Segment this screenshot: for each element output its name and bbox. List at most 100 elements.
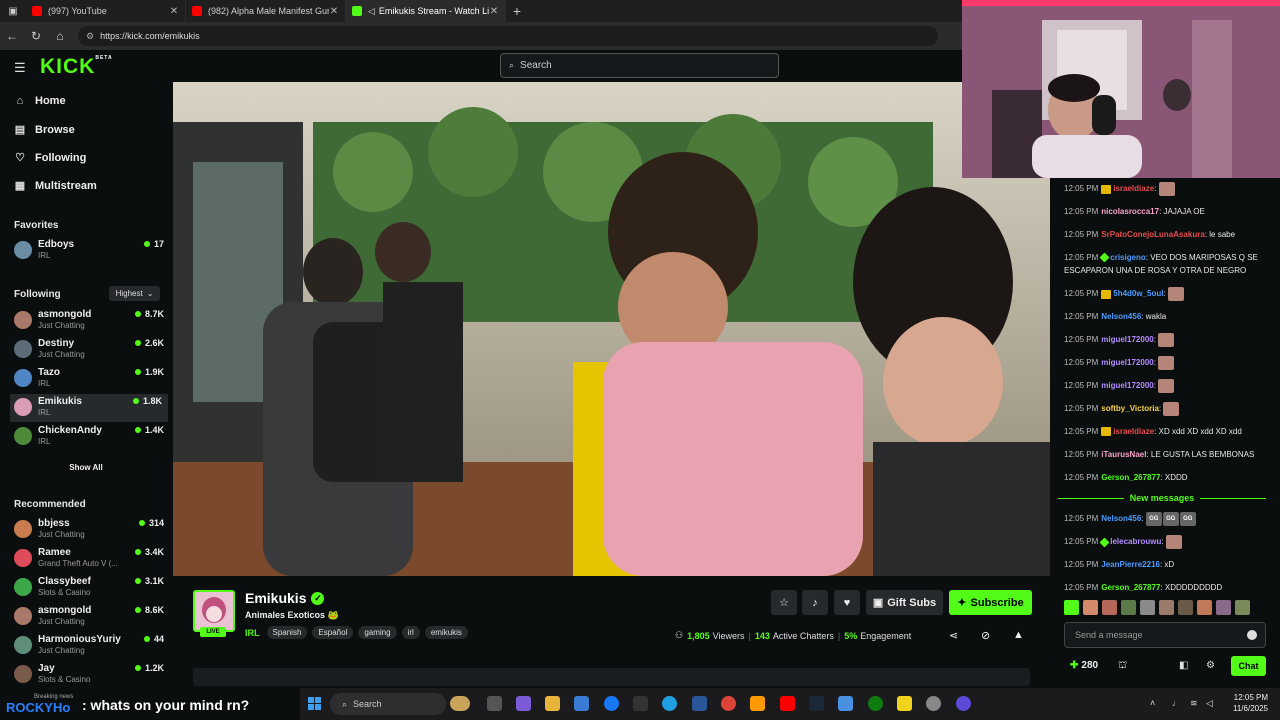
wifi-icon[interactable]: ≋ [1190,698,1198,709]
recommended-channel[interactable]: Ramee Grand Theft Auto V (... 3.4K [14,545,164,573]
channel-points[interactable]: ✚ 280 [1070,660,1098,671]
chat-username[interactable]: 5h4d0w_5oul [1113,289,1163,298]
kick-logo[interactable]: KICKBETA [40,55,113,79]
site-info-icon[interactable]: ⚙ [86,31,94,42]
chat-username[interactable]: Nelson456 [1101,514,1141,523]
close-icon[interactable]: ✕ [329,6,339,17]
new-tab-button[interactable]: + [506,3,528,19]
steam-icon[interactable] [809,696,824,711]
reload-icon[interactable]: ↻ [24,29,48,43]
nav-browse[interactable]: ▤ Browse [14,123,75,137]
recommended-channel[interactable]: asmongold Just Chatting 8.6K [14,603,164,631]
gear-icon[interactable]: ⚙ [1206,660,1215,671]
highlight-icon[interactable]: ◧ [1179,660,1188,671]
chevron-up-icon[interactable]: ˄ [1150,698,1155,708]
new-messages-divider[interactable]: New messages [1058,492,1267,504]
gift-icon[interactable]: ⛫ [1118,660,1127,673]
tag[interactable]: gaming [358,626,397,639]
chrome-icon[interactable] [721,696,736,711]
calculator-icon[interactable] [692,696,707,711]
chat-username[interactable]: softby_Victoria [1101,404,1159,413]
youtube-icon[interactable] [780,696,795,711]
following-channel[interactable]: Destiny Just Chatting 2.6K [14,336,164,364]
hamburger-icon[interactable]: ☰ [14,60,26,76]
back-icon[interactable]: ← [0,29,24,43]
nav-following[interactable]: ♡ Following [14,151,86,165]
speaker-icon[interactable]: ◁ [368,6,375,17]
streamer-avatar[interactable] [193,590,235,632]
widget-icon[interactable] [450,696,470,711]
recorder-icon[interactable] [926,696,941,711]
chat-send-button[interactable]: Chat [1231,656,1266,676]
chat-username[interactable]: nicolasrocca17 [1101,207,1159,216]
windows-start-icon[interactable] [308,697,322,711]
chat-username[interactable]: israeldiaze [1113,184,1154,193]
chat-username[interactable]: SrPatoConejoLunaAsakura [1101,230,1205,239]
obs-icon[interactable] [956,696,971,711]
chat-username[interactable]: miguel172000 [1101,358,1153,367]
following-channel[interactable]: Tazo IRL 1.9K [14,365,164,393]
close-icon[interactable]: ✕ [169,6,179,17]
nav-multistream[interactable]: ▦ Multistream [14,179,97,193]
task-view-icon[interactable] [487,696,502,711]
following-channel[interactable]: ChickenAndy IRL 1.4K [14,423,164,451]
nav-home[interactable]: ⌂ Home [14,95,66,107]
chat-username[interactable]: crisigeno [1110,253,1146,262]
home-icon[interactable]: ⌂ [48,29,72,43]
tab-alpha-male[interactable]: (982) Alpha Male Manifest Guru F ✕ [186,0,346,22]
vlc-icon[interactable] [750,696,765,711]
emoji-icon[interactable] [1247,630,1257,640]
chat-username[interactable]: miguel172000 [1101,381,1153,390]
chat-input[interactable]: Send a message [1064,622,1266,648]
star-icon[interactable]: ☆ [771,590,797,615]
close-icon[interactable]: ✕ [489,6,499,17]
recommended-channel[interactable]: Jay Slots & Casino 1.2K [14,661,164,688]
heart-icon[interactable]: ♥ [834,590,860,615]
chat-username[interactable]: Nelson456 [1101,312,1141,321]
share-icon[interactable]: ⋖ [949,629,958,642]
chat-username[interactable]: miguel172000 [1101,335,1153,344]
taskbar-search[interactable]: ⌕ Search [330,693,446,715]
following-channel-active[interactable]: Emikukis IRL 1.8K [10,394,168,422]
mic-icon[interactable]: ♩ [1172,698,1181,708]
search-input[interactable]: ⌕ Search [500,53,779,78]
tag[interactable]: Spanish [266,626,308,639]
amazon-icon[interactable] [633,696,648,711]
category-link[interactable]: IRL [245,628,260,638]
chat-username[interactable]: Gerson_267877 [1101,583,1160,592]
report-icon[interactable]: ▲ [1013,629,1024,641]
recommended-channel[interactable]: bbjess Just Chatting 314 [14,516,164,544]
chat-username[interactable]: iTaurusNael [1101,450,1146,459]
tag[interactable]: irl [401,626,420,639]
chat-username[interactable]: Gerson_267877 [1101,473,1160,482]
tab-emikukis[interactable]: ◁ Emikukis Stream - Watch Liv ✕ [346,0,506,22]
tab-youtube[interactable]: (997) YouTube ✕ [26,0,186,22]
facebook-icon[interactable] [604,696,619,711]
chat-username[interactable]: israeldiaze [1113,427,1154,436]
following-channel[interactable]: asmongold Just Chatting 8.7K [14,307,164,335]
copilot-icon[interactable] [516,696,531,711]
taskbar-clock[interactable]: 12:05 PM 11/6/2025 [1233,692,1268,714]
streamer-name[interactable]: Emikukis ✓ [245,590,325,606]
xbox-icon[interactable] [868,696,883,711]
tab-menu-icon[interactable]: ▣ [0,6,26,17]
recommended-channel[interactable]: HarmoniousYuriy Just Chatting 44 [14,632,164,660]
favorite-channel[interactable]: Edboys IRL 17 [14,237,164,265]
url-field[interactable]: ⚙ https://kick.com/emikukis [78,26,938,46]
subscribe-button[interactable]: ✦ Subscribe [949,590,1032,615]
store-icon[interactable] [574,696,589,711]
hide-icon[interactable]: ⊘ [981,629,990,642]
file-explorer-icon[interactable] [545,696,560,711]
show-all-button[interactable]: Show All [0,463,172,472]
sort-dropdown[interactable]: Highest ⌄ [109,286,160,301]
edge-icon[interactable] [662,696,677,711]
chat-username[interactable]: JeanPierre2216 [1101,560,1160,569]
gift-subs-button[interactable]: ▣ Gift Subs [866,590,943,615]
bell-icon[interactable]: ♪ [802,590,828,615]
recommended-channel[interactable]: Classybeef Slots & Casino 3.1K [14,574,164,602]
chat-username[interactable]: lelecabrouwu [1110,537,1161,546]
notes-icon[interactable] [897,696,912,711]
settings-app-icon[interactable] [838,696,853,711]
tag[interactable]: Español [312,626,354,639]
video-player[interactable] [173,82,1050,576]
